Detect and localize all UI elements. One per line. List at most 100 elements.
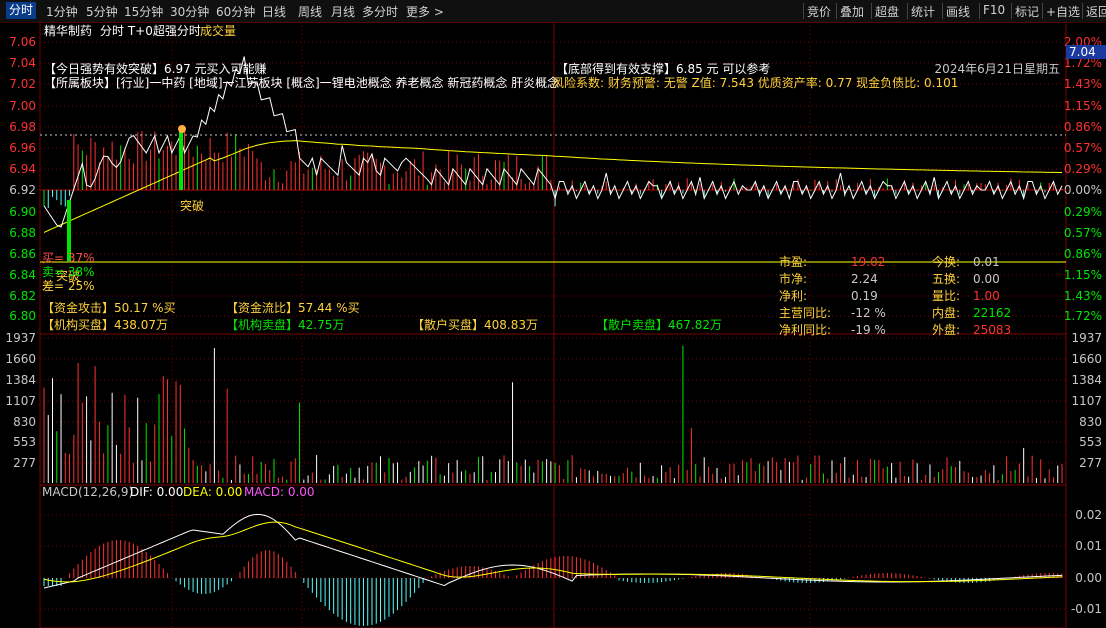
price-tick-label: 7.00 [9,99,36,113]
toolbar-button-4[interactable]: 画线 [946,3,970,20]
percent-tick-label: 0.29% [1064,162,1102,176]
volume-tick-label-right: 1384 [1071,373,1102,387]
tab-8[interactable]: 月线 [331,3,355,20]
toolbar-divider [979,3,980,19]
trade-date: 2024年6月21日星期五 [935,62,1060,76]
stat-value: 2.24 [851,272,878,286]
toolbar-button-2[interactable]: 超盘 [875,3,899,20]
toolbar-divider [1082,3,1083,19]
toolbar-divider [942,3,943,19]
macd-title: MACD(12,26,9) [42,485,133,499]
retail-sell: 【散户卖盘】467.82万 [596,317,722,332]
percent-tick-label: 1.72% [1064,309,1102,323]
stat-value: 19.02 [851,255,885,269]
tab-3[interactable]: 15分钟 [124,3,163,20]
price-tick-label: 6.84 [9,268,36,282]
stat-label: 净利: [779,289,807,303]
stat-label: 市净: [779,271,807,286]
toolbar-divider [871,3,872,19]
stat-value: 0.01 [973,255,1000,269]
price-tick-label: 6.94 [9,162,36,176]
stat-value: 0.00 [973,272,1000,286]
volume-tick-label: 830 [13,415,36,429]
percent-tick-label: 1.15% [1064,268,1102,282]
volume-tick-label-right: 830 [1079,415,1102,429]
volume-tick-label-right: 1937 [1071,331,1102,345]
stat-label: 市盈: [779,254,807,269]
stat-label: 主营同比: [779,306,831,320]
percent-tick-label: 0.86% [1064,247,1102,261]
toolbar-button-3[interactable]: 统计 [911,3,935,20]
toolbar-divider [1011,3,1012,19]
price-tick-label: 7.06 [9,35,36,49]
tab-4[interactable]: 30分钟 [170,3,209,20]
toolbar-button-6[interactable]: 标记 [1015,3,1039,20]
volume-tick-label-right: 1107 [1071,394,1102,408]
price-tick-label: 6.90 [9,205,36,219]
support-info: 【底部得到有效支撑】6.85 元 可以参考 [556,61,770,76]
stat-label: 内盘: [932,305,960,320]
volume-tick-label: 1660 [5,352,36,366]
sector-info: 【所属板块】[行业]一中药 [地域]一江苏板块 [概念]一锂电池概念 养老概念 … [44,75,559,90]
dif-line [43,513,1063,589]
percent-tick-label: 0.29% [1064,205,1102,219]
tab-10[interactable]: 更多 > [406,3,444,20]
institution-sell: 【机构卖盘】42.75万 [226,317,344,332]
avg-price-line [43,140,1063,233]
percent-tick-label: 0.57% [1064,141,1102,155]
fund-flow-ratio: 【资金流比】57.44 %买 [226,300,360,315]
volume-tick-label-right: 277 [1079,456,1102,470]
stat-label: 量比: [932,289,960,303]
tab-7[interactable]: 周线 [298,3,322,20]
percent-tick-label: 0.86% [1064,120,1102,134]
toolbar-divider [1042,3,1043,19]
tab-9[interactable]: 多分时 [362,3,398,20]
toolbar-button-1[interactable]: 叠加 [840,3,864,20]
stat-value: 25083 [973,323,1011,337]
tab-5[interactable]: 60分钟 [216,3,255,20]
tab-1[interactable]: 1分钟 [46,3,78,20]
tab-2[interactable]: 5分钟 [86,3,118,20]
volume-tick-label-right: 1660 [1071,352,1102,366]
buy-ratio: 买= 37% [42,251,95,265]
volume-tick-label: 277 [13,456,36,470]
price-tick-label: 6.92 [9,183,36,197]
percent-tick-label: 1.43% [1064,289,1102,303]
retail-buy: 【散户买盘】408.83万 [412,317,538,332]
volume-tick-label: 553 [13,435,36,449]
percent-tick-label: 1.15% [1064,99,1102,113]
volume-tick-label: 1107 [5,394,36,408]
toolbar-button-7[interactable]: +自选 [1046,3,1080,20]
stat-value: 1.00 [973,289,1000,303]
tab-0[interactable]: 分时 [6,2,37,19]
stat-label: 净利同比: [779,323,831,337]
stat-value: -12 % [851,306,886,320]
stat-value: 22162 [973,306,1011,320]
indicator-name: 分时 T+0超强分时 [100,23,201,38]
current-price-value: 7.04 [1069,45,1096,59]
macd-tick-label: -0.01 [1071,602,1102,616]
stat-label: 五换: [932,272,960,286]
macd-dif: DIF: 0.00 [130,485,183,499]
stat-value: -19 % [851,323,886,337]
toolbar-button-8[interactable]: 返回 [1086,3,1106,20]
period-toolbar: 分时 1分钟 5分钟 15分钟 30分钟 60分钟 日线 周线 月线 多分时 更多 > 竞价 叠加 超盘统… [0,0,1106,23]
hand-cursor-icon [178,125,186,133]
macd-tick-label: 0.00 [1075,571,1102,585]
price-tick-label: 7.04 [9,56,36,70]
macd-tick-label: 0.01 [1075,539,1102,553]
toolbar-button-0[interactable]: 竞价 [807,3,831,20]
toolbar-divider [836,3,837,19]
tab-6[interactable]: 日线 [262,3,286,20]
price-tick-label: 6.80 [9,309,36,323]
price-tick-label: 6.98 [9,120,36,134]
macd-value: MACD: 0.00 [244,485,315,499]
stock-name: 精华制药 [44,24,92,38]
toolbar-button-5[interactable]: F10 [983,3,1005,17]
institution-buy: 【机构买盘】438.07万 [42,317,168,332]
volume-tick-label-right: 553 [1079,435,1102,449]
percent-tick-label: 0.57% [1064,226,1102,240]
diff-ratio: 差= 25% [42,279,95,293]
fund-attack: 【资金攻击】50.17 %买 [42,300,176,315]
volume-label: 成交量 [200,23,236,38]
